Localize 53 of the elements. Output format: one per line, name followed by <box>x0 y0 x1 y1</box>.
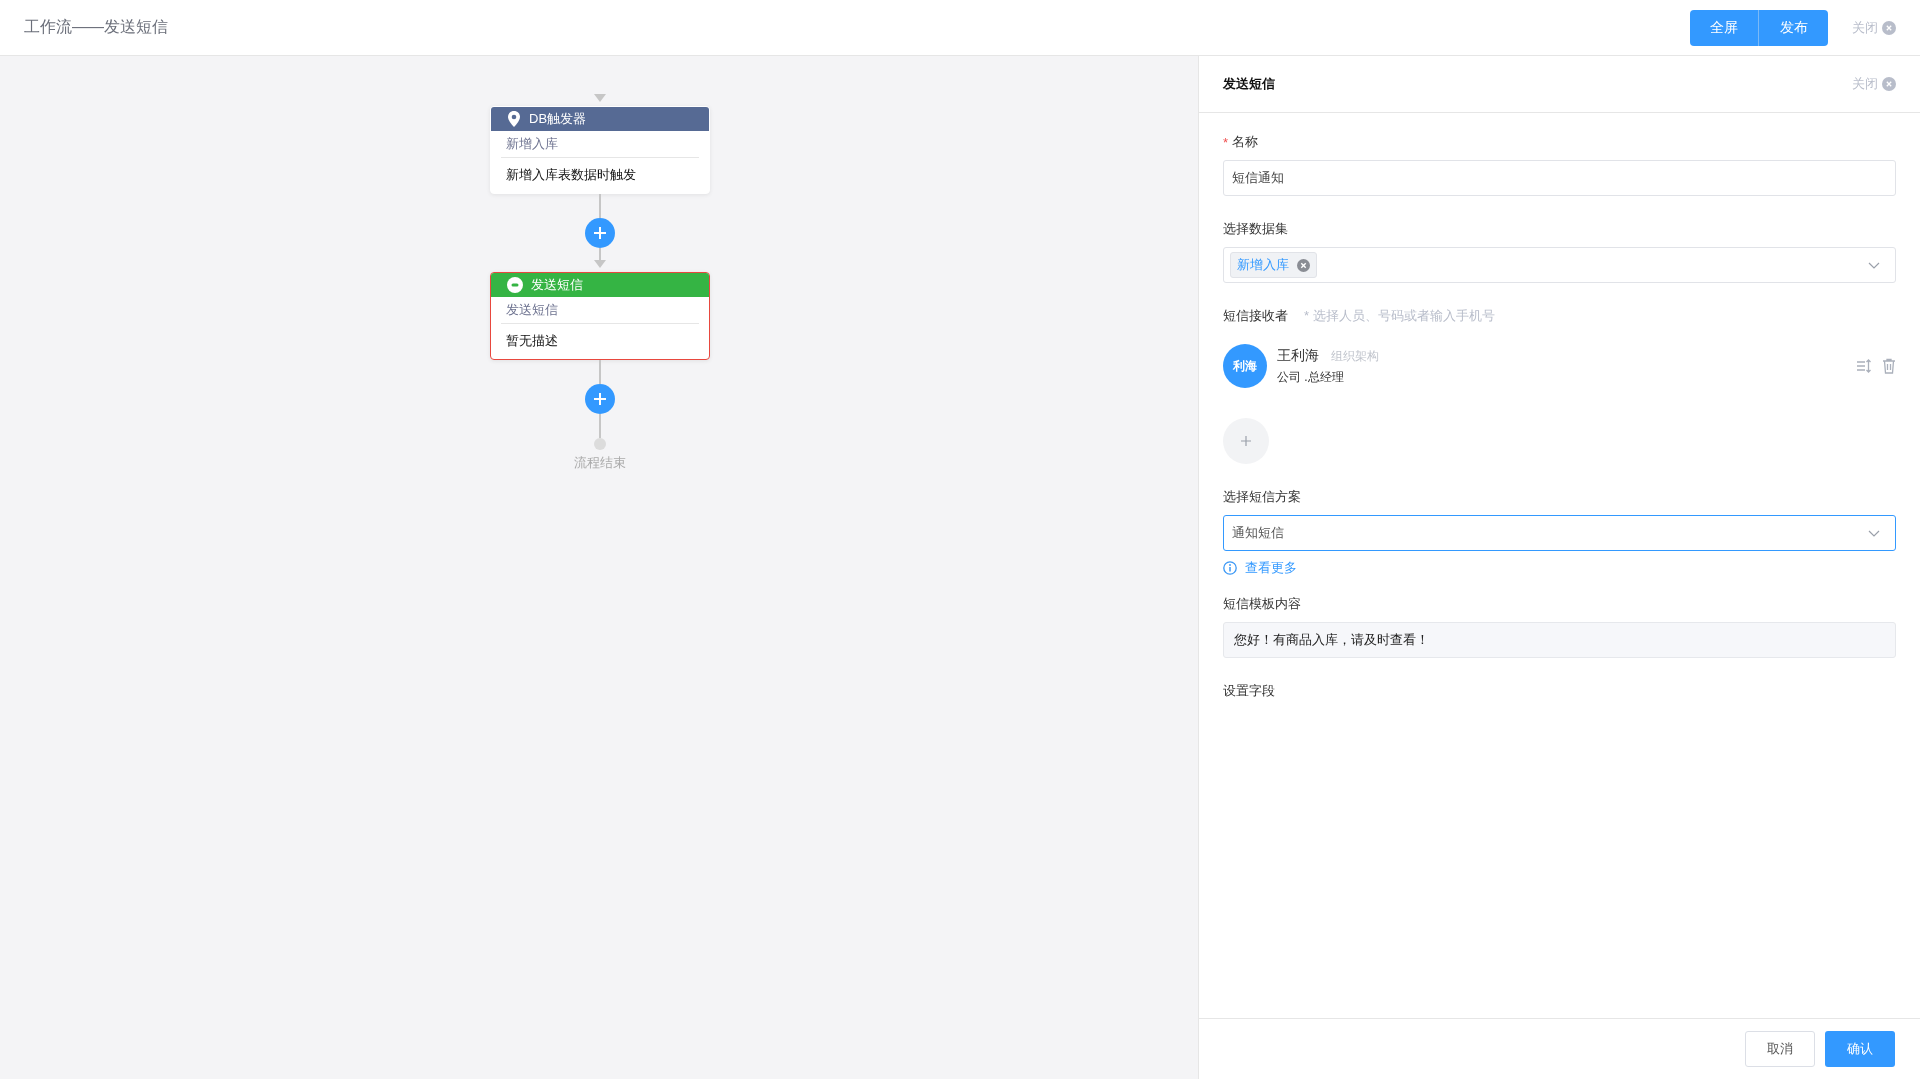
flow-node[interactable]: DB触发器 新增入库 新增入库表数据时触发 <box>490 106 710 194</box>
field-label: 短信接收者 <box>1223 307 1288 325</box>
node-subtitle: 新增入库 <box>501 131 699 158</box>
field-label: 选择短信方案 <box>1223 488 1301 506</box>
toolbar-button[interactable]: 发布 <box>1759 9 1828 46</box>
chevron-down-icon <box>1868 261 1880 269</box>
add-node-button[interactable] <box>585 218 615 248</box>
end-label: 流程结束 <box>574 454 626 472</box>
person-source: 组织架构 <box>1331 347 1379 365</box>
sort-icon[interactable] <box>1856 358 1872 374</box>
template-content: 您好！有商品入库，请及时查看！ <box>1223 622 1896 658</box>
end-dot <box>594 438 606 450</box>
add-recipient-button[interactable] <box>1223 418 1269 464</box>
node-subtitle: 发送短信 <box>501 297 699 324</box>
cancel-button[interactable]: 取消 <box>1745 1031 1815 1067</box>
node-description: 新增入库表数据时触发 <box>505 166 637 184</box>
field-label: 名称 <box>1232 133 1259 151</box>
close-link[interactable]: 关闭 <box>1852 75 1878 93</box>
confirm-button[interactable]: 确认 <box>1825 1031 1895 1067</box>
field-label: 短信模板内容 <box>1223 595 1301 613</box>
section-label: 设置字段 <box>1223 682 1275 700</box>
dataset-tag: 新增入库 <box>1230 252 1317 278</box>
plus-icon <box>593 226 607 240</box>
avatar: 利海 <box>1223 344 1267 388</box>
arrow-icon <box>594 94 606 102</box>
node-description: 暂无描述 <box>505 332 559 350</box>
page-title: 工作流——发送短信 <box>24 17 168 37</box>
plus-icon <box>1240 435 1252 447</box>
person-name: 王利海 <box>1277 346 1319 365</box>
panel-title: 发送短信 <box>1223 75 1275 93</box>
close-icon[interactable] <box>1882 77 1896 91</box>
recipient-hint: * 选择人员、号码或者输入手机号 <box>1304 307 1495 325</box>
trash-icon[interactable] <box>1882 358 1896 374</box>
close-link[interactable]: 关闭 <box>1852 18 1878 37</box>
node-title: 发送短信 <box>531 276 583 294</box>
scheme-select[interactable]: 通知短信 <box>1223 515 1896 551</box>
node-title: DB触发器 <box>529 110 587 128</box>
close-icon[interactable] <box>1882 20 1896 35</box>
view-more-link[interactable]: 查看更多 <box>1245 559 1297 577</box>
name-input[interactable]: 短信通知 <box>1223 160 1896 196</box>
field-label: 选择数据集 <box>1223 220 1288 238</box>
info-icon <box>1223 561 1237 575</box>
required-mark: * <box>1223 134 1229 150</box>
toolbar-button[interactable]: 全屏 <box>1690 9 1759 46</box>
person-position: 公司 .总经理 <box>1277 368 1345 386</box>
dataset-select[interactable]: 新增入库 <box>1223 247 1896 283</box>
chevron-down-icon <box>1868 529 1880 537</box>
add-node-button[interactable] <box>585 384 615 414</box>
plus-icon <box>593 392 607 406</box>
location-pin-icon <box>507 111 521 127</box>
message-icon <box>507 277 523 293</box>
remove-icon[interactable] <box>1297 258 1310 272</box>
flow-node[interactable]: 发送短信 发送短信 暂无描述 <box>490 272 710 360</box>
